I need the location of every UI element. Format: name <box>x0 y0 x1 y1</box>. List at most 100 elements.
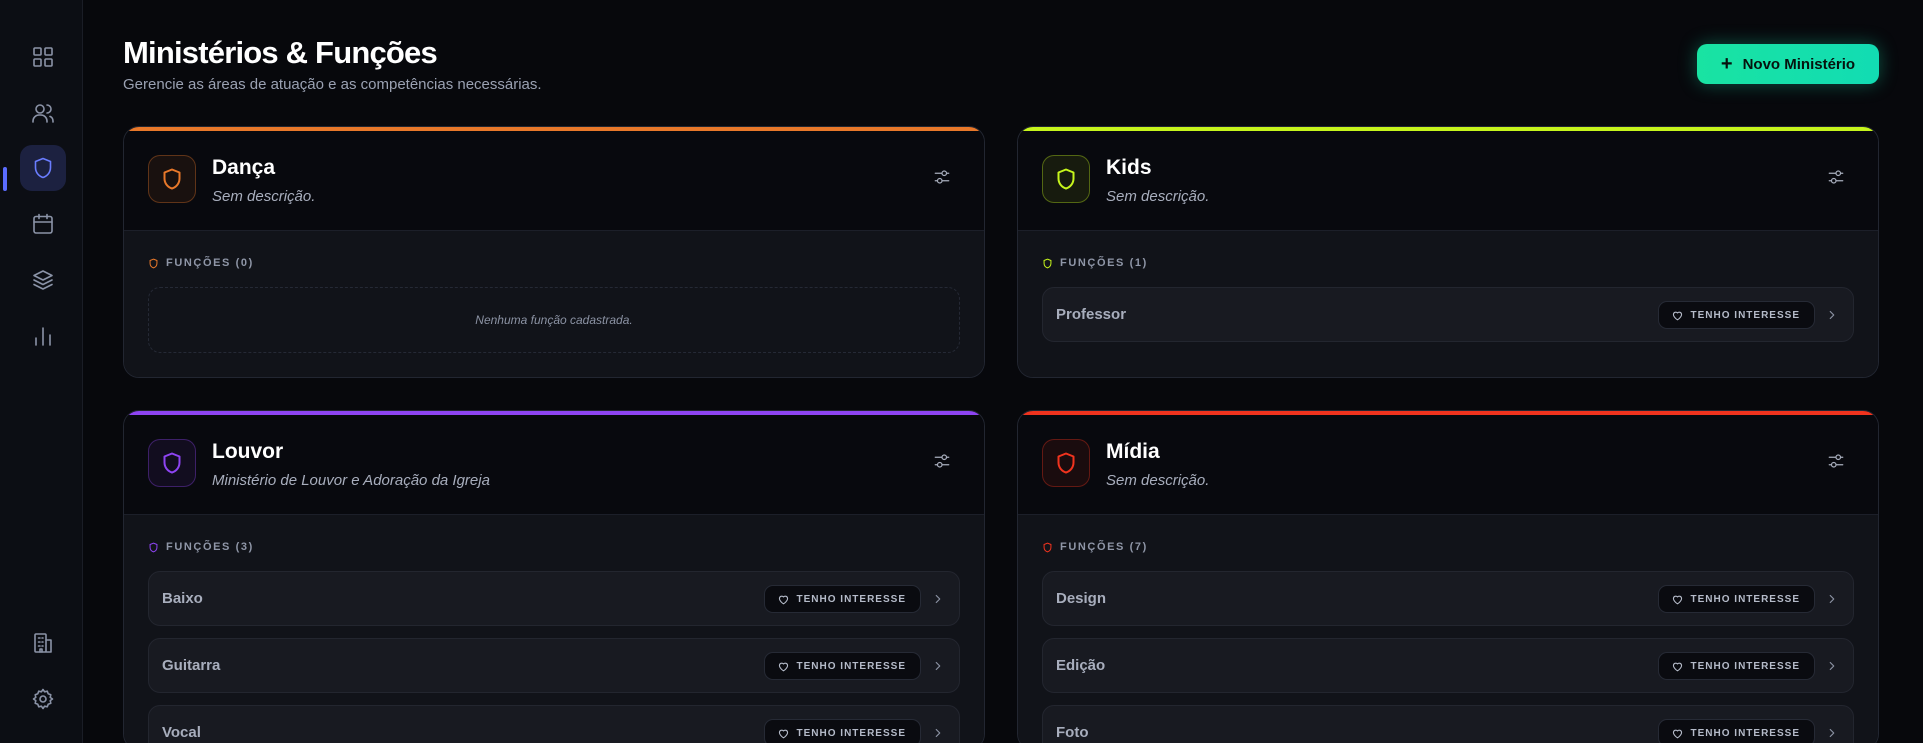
heart-icon <box>1672 729 1682 738</box>
card-accent-bar <box>124 127 984 131</box>
heart-icon <box>778 729 788 738</box>
card-accent-bar <box>124 411 984 415</box>
sidebar-item-organization[interactable] <box>20 620 66 666</box>
card-header: Dança Sem descrição. <box>124 127 984 231</box>
shield-icon <box>163 452 181 474</box>
functions-count-label: FUNÇÕES (0) <box>166 257 254 269</box>
ministry-name: Louvor <box>212 440 284 463</box>
page-title: Ministérios & Funções <box>123 35 438 70</box>
new-ministry-button-label: Novo Ministério <box>1742 55 1856 73</box>
function-row[interactable]: Vocal TENHO INTERESSE <box>148 705 960 743</box>
ministry-card-danca: Dança Sem descrição. FUNÇÕES (0) Nenhuma… <box>123 126 985 378</box>
ministry-settings-button[interactable] <box>930 165 954 189</box>
ministry-icon-box <box>148 155 196 203</box>
shield-icon <box>149 258 158 268</box>
dashboard-grid-icon <box>33 47 53 67</box>
function-name: Guitarra <box>162 657 221 674</box>
interest-button[interactable]: TENHO INTERESSE <box>1657 301 1815 329</box>
shield-icon <box>1057 168 1075 190</box>
interest-label: TENHO INTERESSE <box>796 727 906 739</box>
interest-label: TENHO INTERESSE <box>796 660 906 672</box>
plus-icon: + <box>1720 53 1733 75</box>
interest-button[interactable]: TENHO INTERESSE <box>763 652 921 680</box>
calendar-icon <box>33 213 53 234</box>
chevron-right-icon <box>1825 658 1839 674</box>
card-header: Louvor Ministério de Louvor e Adoração d… <box>124 411 984 515</box>
functions-count-label: FUNÇÕES (3) <box>166 541 254 553</box>
shield-icon <box>1043 258 1052 268</box>
active-nav-indicator <box>3 167 7 191</box>
function-row[interactable]: Professor TENHO INTERESSE <box>1042 287 1854 342</box>
sidebar-item-calendar[interactable] <box>20 201 66 247</box>
interest-label: TENHO INTERESSE <box>1690 309 1800 321</box>
card-body: FUNÇÕES (1) Professor TENHO INTERESSE <box>1018 231 1878 377</box>
heart-icon <box>778 662 788 671</box>
chevron-right-icon <box>1825 725 1839 741</box>
card-body: FUNÇÕES (3) Baixo TENHO INTERESSE Guitar… <box>124 515 984 743</box>
sliders-icon <box>934 170 950 184</box>
ministry-settings-button[interactable] <box>1824 449 1848 473</box>
function-name: Foto <box>1056 724 1089 741</box>
ministry-icon-box <box>1042 439 1090 487</box>
function-name: Baixo <box>162 590 203 607</box>
function-name: Design <box>1056 590 1107 607</box>
interest-button[interactable]: TENHO INTERESSE <box>1657 585 1815 613</box>
interest-button[interactable]: TENHO INTERESSE <box>763 719 921 743</box>
sliders-icon <box>1828 170 1844 184</box>
interest-button[interactable]: TENHO INTERESSE <box>763 585 921 613</box>
chevron-right-icon <box>931 725 945 741</box>
shield-icon <box>149 542 158 552</box>
sidebar-item-reports[interactable] <box>20 313 66 359</box>
layers-icon <box>33 270 53 290</box>
ministry-settings-button[interactable] <box>930 449 954 473</box>
ministry-card-midia: Mídia Sem descrição. FUNÇÕES (7) Design … <box>1017 410 1879 743</box>
bar-chart-icon <box>35 327 51 346</box>
chevron-right-icon <box>1825 591 1839 607</box>
function-name: Edição <box>1056 657 1106 674</box>
sidebar-item-layers[interactable] <box>20 257 66 303</box>
function-row[interactable]: Foto TENHO INTERESSE <box>1042 705 1854 743</box>
empty-functions-placeholder: Nenhuma função cadastrada. <box>148 287 960 353</box>
card-body: FUNÇÕES (0) Nenhuma função cadastrada. <box>124 231 984 377</box>
function-name: Professor <box>1056 306 1127 323</box>
ministry-description: Sem descrição. <box>1106 188 1210 205</box>
function-row[interactable]: Edição TENHO INTERESSE <box>1042 638 1854 693</box>
functions-header: FUNÇÕES (7) <box>1042 541 1148 553</box>
heart-icon <box>1672 311 1682 320</box>
new-ministry-button[interactable]: + Novo Ministério <box>1697 44 1879 84</box>
ministry-name: Dança <box>212 156 276 179</box>
chevron-right-icon <box>1825 307 1839 323</box>
function-row[interactable]: Design TENHO INTERESSE <box>1042 571 1854 626</box>
ministry-settings-button[interactable] <box>1824 165 1848 189</box>
heart-icon <box>1672 595 1682 604</box>
shield-icon <box>1043 542 1052 552</box>
gear-icon <box>32 688 54 710</box>
ministry-icon-box <box>148 439 196 487</box>
shield-icon <box>34 157 52 179</box>
ministry-name: Kids <box>1106 156 1152 179</box>
functions-header: FUNÇÕES (0) <box>148 257 254 269</box>
ministry-icon-box <box>1042 155 1090 203</box>
sidebar-item-users[interactable] <box>20 90 66 136</box>
functions-count-label: FUNÇÕES (1) <box>1060 257 1148 269</box>
interest-label: TENHO INTERESSE <box>1690 727 1800 739</box>
building-icon <box>34 633 52 653</box>
function-row[interactable]: Baixo TENHO INTERESSE <box>148 571 960 626</box>
interest-label: TENHO INTERESSE <box>1690 660 1800 672</box>
card-accent-bar <box>1018 127 1878 131</box>
card-body: FUNÇÕES (7) Design TENHO INTERESSE Ediçã… <box>1018 515 1878 743</box>
interest-button[interactable]: TENHO INTERESSE <box>1657 652 1815 680</box>
main-content: Ministérios & Funções Gerencie as áreas … <box>83 0 1923 743</box>
ministry-name: Mídia <box>1106 440 1160 463</box>
function-row[interactable]: Guitarra TENHO INTERESSE <box>148 638 960 693</box>
sidebar-item-dashboard[interactable] <box>20 34 66 80</box>
sidebar-item-settings[interactable] <box>20 676 66 722</box>
sidebar-item-ministries[interactable] <box>20 145 66 191</box>
interest-label: TENHO INTERESSE <box>1690 593 1800 605</box>
functions-count-label: FUNÇÕES (7) <box>1060 541 1148 553</box>
ministry-description: Sem descrição. <box>1106 472 1210 489</box>
interest-button[interactable]: TENHO INTERESSE <box>1657 719 1815 743</box>
heart-icon <box>1672 662 1682 671</box>
heart-icon <box>778 595 788 604</box>
ministry-card-kids: Kids Sem descrição. FUNÇÕES (1) Professo… <box>1017 126 1879 378</box>
